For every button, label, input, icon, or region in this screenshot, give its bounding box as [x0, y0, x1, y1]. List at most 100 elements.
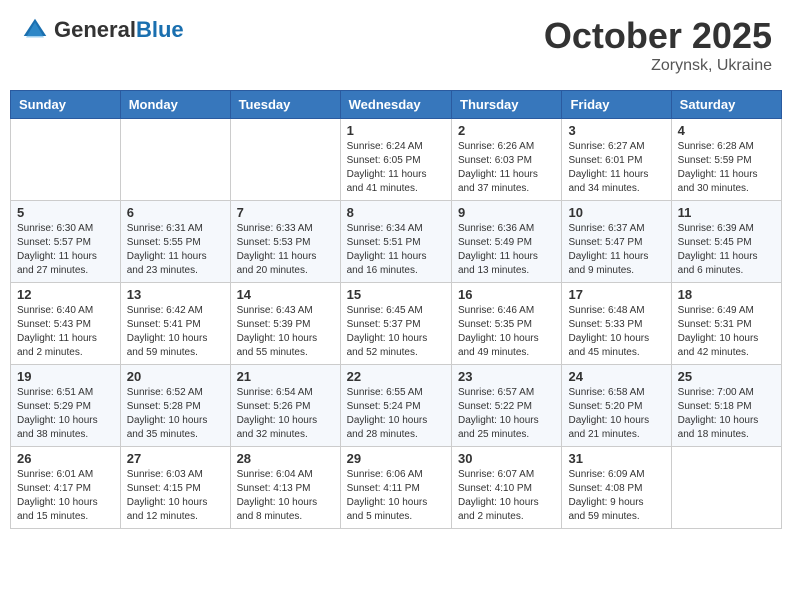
weekday-header: Saturday	[671, 91, 781, 119]
calendar-day-cell: 25Sunrise: 7:00 AM Sunset: 5:18 PM Dayli…	[671, 365, 781, 447]
calendar-day-cell: 31 Sunrise: 6:09 AM Sunset: 4:08 PM Dayli…	[562, 447, 671, 529]
calendar-day-cell: 17 Sunrise: 6:48 AM Sunset: 5:33 PM Dayli…	[562, 283, 671, 365]
day-info: Sunrise: 6:06 AM Sunset: 4:11 PM Dayligh…	[347, 468, 445, 524]
calendar-day-cell: 11 Sunrise: 6:39 AM Sunset: 5:45 PM Dayli…	[671, 201, 781, 283]
day-number: 26	[17, 451, 114, 466]
calendar-day-cell	[11, 119, 121, 201]
day-number: 13	[127, 287, 224, 302]
calendar-day-cell: 18 Sunrise: 6:49 AM Sunset: 5:31 PM Dayli…	[671, 283, 781, 365]
day-number: 29	[347, 451, 445, 466]
day-number: 16	[458, 287, 555, 302]
day-info: Sunrise: 6:51 AM Sunset: 5:29 PM Dayligh…	[17, 386, 114, 442]
day-info: Sunrise: 6:52 AM Sunset: 5:28 PM Dayligh…	[127, 386, 224, 442]
weekday-header: Sunday	[11, 91, 121, 119]
day-info: Sunrise: 6:03 AM Sunset: 4:15 PM Dayligh…	[127, 468, 224, 524]
day-number: 28	[237, 451, 334, 466]
weekday-header: Friday	[562, 91, 671, 119]
calendar-day-cell: 2 Sunrise: 6:26 AM Sunset: 6:03 PM Daylig…	[452, 119, 562, 201]
day-info: Sunrise: 6:24 AM Sunset: 6:05 PM Dayligh…	[347, 140, 445, 196]
weekday-header: Wednesday	[340, 91, 451, 119]
calendar-day-cell: 23 Sunrise: 6:57 AM Sunset: 5:22 PM Dayli…	[452, 365, 562, 447]
day-number: 6	[127, 205, 224, 220]
title-block: October 2025 Zorynsk, Ukraine	[544, 15, 772, 75]
day-info: Sunrise: 6:42 AM Sunset: 5:41 PM Dayligh…	[127, 304, 224, 360]
day-info: Sunrise: 6:36 AM Sunset: 5:49 PM Dayligh…	[458, 222, 555, 278]
day-number: 4	[678, 123, 775, 138]
calendar-table: SundayMondayTuesdayWednesdayThursdayFrid…	[10, 90, 782, 529]
day-number: 3	[568, 123, 664, 138]
day-number: 21	[237, 369, 334, 384]
day-info: Sunrise: 6:46 AM Sunset: 5:35 PM Dayligh…	[458, 304, 555, 360]
calendar-day-cell	[671, 447, 781, 529]
logo-icon	[20, 15, 50, 45]
day-info: Sunrise: 6:31 AM Sunset: 5:55 PM Dayligh…	[127, 222, 224, 278]
calendar-day-cell: 10Sunrise: 6:37 AM Sunset: 5:47 PM Dayli…	[562, 201, 671, 283]
calendar-week-row: 5 Sunrise: 6:30 AM Sunset: 5:57 PM Daylig…	[11, 201, 782, 283]
calendar-day-cell	[230, 119, 340, 201]
day-info: Sunrise: 6:58 AM Sunset: 5:20 PM Dayligh…	[568, 386, 664, 442]
calendar-day-cell: 12 Sunrise: 6:40 AM Sunset: 5:43 PM Dayli…	[11, 283, 121, 365]
day-number: 12	[17, 287, 114, 302]
logo-general-text: General	[54, 19, 136, 41]
day-info: Sunrise: 7:00 AM Sunset: 5:18 PM Dayligh…	[678, 386, 775, 442]
day-info: Sunrise: 6:33 AM Sunset: 5:53 PM Dayligh…	[237, 222, 334, 278]
day-number: 30	[458, 451, 555, 466]
weekday-header: Tuesday	[230, 91, 340, 119]
day-info: Sunrise: 6:43 AM Sunset: 5:39 PM Dayligh…	[237, 304, 334, 360]
weekday-header: Monday	[120, 91, 230, 119]
calendar-day-cell	[120, 119, 230, 201]
page-header: General Blue October 2025 Zorynsk, Ukrai…	[10, 10, 782, 80]
calendar-day-cell: 29 Sunrise: 6:06 AM Sunset: 4:11 PM Dayli…	[340, 447, 451, 529]
day-number: 9	[458, 205, 555, 220]
calendar-day-cell: 21 Sunrise: 6:54 AM Sunset: 5:26 PM Dayli…	[230, 365, 340, 447]
month-title: October 2025	[544, 15, 772, 57]
day-number: 24	[568, 369, 664, 384]
calendar-week-row: 19 Sunrise: 6:51 AM Sunset: 5:29 PM Dayli…	[11, 365, 782, 447]
calendar-day-cell: 16 Sunrise: 6:46 AM Sunset: 5:35 PM Dayli…	[452, 283, 562, 365]
day-number: 5	[17, 205, 114, 220]
day-info: Sunrise: 6:49 AM Sunset: 5:31 PM Dayligh…	[678, 304, 775, 360]
day-number: 18	[678, 287, 775, 302]
day-info: Sunrise: 6:30 AM Sunset: 5:57 PM Dayligh…	[17, 222, 114, 278]
logo-blue-text: Blue	[136, 19, 184, 41]
day-info: Sunrise: 6:48 AM Sunset: 5:33 PM Dayligh…	[568, 304, 664, 360]
day-number: 15	[347, 287, 445, 302]
day-info: Sunrise: 6:27 AM Sunset: 6:01 PM Dayligh…	[568, 140, 664, 196]
weekday-header-row: SundayMondayTuesdayWednesdayThursdayFrid…	[11, 91, 782, 119]
calendar-day-cell: 6 Sunrise: 6:31 AM Sunset: 5:55 PM Daylig…	[120, 201, 230, 283]
day-number: 23	[458, 369, 555, 384]
day-info: Sunrise: 6:54 AM Sunset: 5:26 PM Dayligh…	[237, 386, 334, 442]
day-info: Sunrise: 6:40 AM Sunset: 5:43 PM Dayligh…	[17, 304, 114, 360]
day-number: 2	[458, 123, 555, 138]
calendar-day-cell: 20Sunrise: 6:52 AM Sunset: 5:28 PM Dayli…	[120, 365, 230, 447]
calendar-day-cell: 8Sunrise: 6:34 AM Sunset: 5:51 PM Daylig…	[340, 201, 451, 283]
day-info: Sunrise: 6:55 AM Sunset: 5:24 PM Dayligh…	[347, 386, 445, 442]
calendar-day-cell: 5 Sunrise: 6:30 AM Sunset: 5:57 PM Daylig…	[11, 201, 121, 283]
day-number: 27	[127, 451, 224, 466]
calendar-week-row: 26Sunrise: 6:01 AM Sunset: 4:17 PM Dayli…	[11, 447, 782, 529]
day-info: Sunrise: 6:04 AM Sunset: 4:13 PM Dayligh…	[237, 468, 334, 524]
day-number: 11	[678, 205, 775, 220]
day-number: 14	[237, 287, 334, 302]
day-info: Sunrise: 6:45 AM Sunset: 5:37 PM Dayligh…	[347, 304, 445, 360]
day-number: 31	[568, 451, 664, 466]
day-number: 22	[347, 369, 445, 384]
logo: General Blue	[20, 15, 184, 45]
day-number: 17	[568, 287, 664, 302]
calendar-day-cell: 1 Sunrise: 6:24 AM Sunset: 6:05 PM Daylig…	[340, 119, 451, 201]
day-info: Sunrise: 6:07 AM Sunset: 4:10 PM Dayligh…	[458, 468, 555, 524]
calendar-week-row: 1 Sunrise: 6:24 AM Sunset: 6:05 PM Daylig…	[11, 119, 782, 201]
day-info: Sunrise: 6:09 AM Sunset: 4:08 PM Dayligh…	[568, 468, 664, 524]
calendar-day-cell: 4 Sunrise: 6:28 AM Sunset: 5:59 PM Daylig…	[671, 119, 781, 201]
day-number: 19	[17, 369, 114, 384]
day-info: Sunrise: 6:37 AM Sunset: 5:47 PM Dayligh…	[568, 222, 664, 278]
day-number: 1	[347, 123, 445, 138]
calendar-day-cell: 24 Sunrise: 6:58 AM Sunset: 5:20 PM Dayli…	[562, 365, 671, 447]
day-info: Sunrise: 6:28 AM Sunset: 5:59 PM Dayligh…	[678, 140, 775, 196]
day-info: Sunrise: 6:26 AM Sunset: 6:03 PM Dayligh…	[458, 140, 555, 196]
calendar-day-cell: 27 Sunrise: 6:03 AM Sunset: 4:15 PM Dayli…	[120, 447, 230, 529]
calendar-day-cell: 13 Sunrise: 6:42 AM Sunset: 5:41 PM Dayli…	[120, 283, 230, 365]
day-info: Sunrise: 6:39 AM Sunset: 5:45 PM Dayligh…	[678, 222, 775, 278]
calendar-day-cell: 26Sunrise: 6:01 AM Sunset: 4:17 PM Dayli…	[11, 447, 121, 529]
day-info: Sunrise: 6:57 AM Sunset: 5:22 PM Dayligh…	[458, 386, 555, 442]
